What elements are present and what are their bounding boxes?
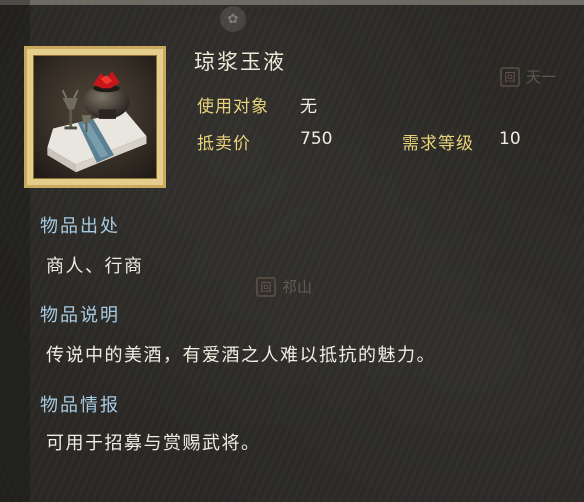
- section-body-source: 商人、行商: [46, 256, 144, 277]
- level-value: 10: [499, 129, 521, 149]
- map-seal-icon: 回: [256, 276, 276, 297]
- section-title-source: 物品出处: [40, 216, 120, 237]
- map-seal-icon: 回: [500, 66, 520, 87]
- section-title-intel: 物品情报: [40, 395, 120, 416]
- target-label: 使用对象: [197, 97, 269, 117]
- map-marker-icon: ✿: [220, 6, 246, 32]
- wine-vessel-icon: [33, 55, 157, 179]
- map-location-text: 天一: [526, 68, 557, 86]
- item-icon-frame: [24, 46, 166, 188]
- price-label: 抵卖价: [197, 134, 251, 154]
- section-title-description: 物品说明: [40, 305, 120, 326]
- map-location-text: 祁山: [282, 278, 313, 296]
- map-top-bar: [0, 0, 584, 5]
- target-value: 无: [300, 97, 317, 117]
- item-name: 琼浆玉液: [194, 50, 286, 74]
- map-location-label-top: 回 天一: [500, 66, 556, 87]
- section-body-intel: 可用于招募与赏赐武将。: [46, 433, 261, 454]
- price-value: 750: [300, 129, 333, 149]
- section-body-description: 传说中的美酒，有爱酒之人难以抵抗的魅力。: [46, 345, 436, 366]
- level-label: 需求等级: [402, 134, 474, 154]
- map-location-label-middle: 回 祁山: [256, 276, 312, 297]
